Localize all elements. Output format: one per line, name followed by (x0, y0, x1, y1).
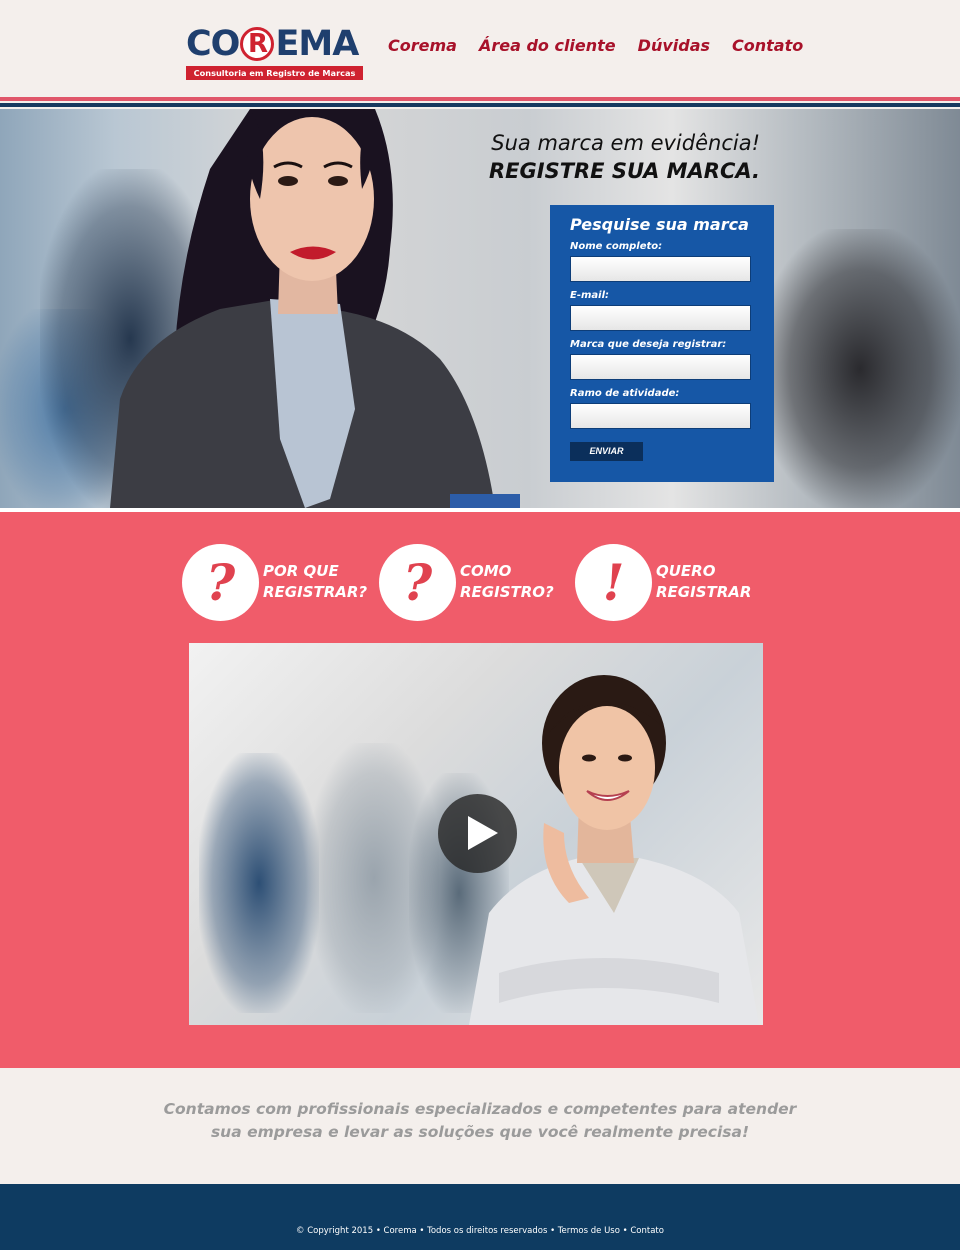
email-label: E-mail: (570, 290, 610, 301)
feature-want-register[interactable]: ! QUERO REGISTRAR (575, 543, 751, 621)
nav-link-corema[interactable]: Corema (388, 36, 457, 55)
header-stripes (0, 97, 960, 109)
logo-wordmark: CO R EMA (186, 24, 359, 64)
hero-woman-photo (110, 109, 520, 508)
email-field[interactable] (570, 305, 751, 331)
form-title: Pesquise sua marca (570, 215, 749, 234)
brand-name-label: Marca que deseja registrar: (570, 339, 727, 350)
brand-name-field[interactable] (570, 354, 751, 380)
feature-label: QUERO REGISTRAR (656, 561, 751, 603)
corema-logo[interactable]: CO R EMA Consultoria em Registro de Marc… (186, 26, 363, 81)
feature-links: ? POR QUE REGISTRAR? ? COMO REGISTRO? ! … (182, 543, 782, 621)
feature-label-line1: QUERO (656, 562, 716, 580)
question-icon: ? (182, 543, 259, 621)
feature-label: COMO REGISTRO? (460, 561, 554, 603)
feature-label-line2: REGISTRAR (656, 583, 752, 601)
site-header: CO R EMA Consultoria em Registro de Marc… (0, 0, 960, 97)
hero-tagline: Sua marca em evidência! REGISTRE SUA MAR… (489, 129, 760, 185)
play-button[interactable] (438, 794, 517, 873)
business-activity-field[interactable] (570, 403, 751, 429)
feature-how-register[interactable]: ? COMO REGISTRO? (379, 543, 554, 621)
logo-word-right: EMA (275, 24, 359, 64)
video-player[interactable] (189, 643, 763, 1025)
stripe-red (0, 97, 960, 101)
hero-tagline-line1: Sua marca em evidência! (491, 131, 760, 155)
hero-tagline-line2: REGISTRE SUA MARCA. (489, 159, 760, 183)
feature-label-line1: POR QUE (263, 562, 339, 580)
about-text: Contamos com profissionais especializado… (0, 1098, 960, 1144)
copyright-text: © Copyright 2015 • Corema • Todos os dir… (296, 1226, 664, 1236)
nav-link-duvidas[interactable]: Dúvidas (638, 36, 710, 55)
nav-link-contato[interactable]: Contato (732, 36, 803, 55)
hero-banner: Sua marca em evidência! REGISTRE SUA MAR… (0, 109, 960, 508)
logo-subtitle: Consultoria em Registro de Marcas (186, 66, 363, 80)
logo-registered-mark: R (240, 27, 275, 61)
play-icon (468, 816, 498, 850)
exclamation-icon: ! (575, 543, 652, 621)
full-name-label: Nome completo: (570, 241, 663, 252)
logo-word-left: CO (186, 24, 240, 64)
about-line1: Contamos com profissionais especializado… (163, 1100, 797, 1118)
nav-link-area-do-cliente[interactable]: Área do cliente (479, 36, 616, 55)
feature-label: POR QUE REGISTRAR? (263, 561, 367, 603)
feature-label-line2: REGISTRAR? (263, 583, 368, 601)
site-footer: © Copyright 2015 • Corema • Todos os dir… (0, 1184, 960, 1250)
full-name-field[interactable] (570, 256, 751, 282)
feature-why-register[interactable]: ? POR QUE REGISTRAR? (182, 543, 367, 621)
background-person-blur (760, 229, 960, 508)
background-person-blur (199, 753, 319, 1013)
main-nav: Corema Área do cliente Dúvidas Contato (388, 36, 825, 55)
trademark-search-form: Pesquise sua marca Nome completo: E-mail… (550, 205, 774, 482)
feature-label-line1: COMO (460, 562, 512, 580)
info-section: ? POR QUE REGISTRAR? ? COMO REGISTRO? ! … (0, 512, 960, 1068)
feature-label-line2: REGISTRO? (460, 583, 554, 601)
send-button[interactable]: ENVIAR (570, 442, 643, 461)
business-activity-label: Ramo de atividade: (570, 388, 680, 399)
stripe-blue (0, 103, 960, 107)
about-line2: sua empresa e levar as soluções que você… (210, 1123, 750, 1141)
question-icon: ? (379, 543, 456, 621)
